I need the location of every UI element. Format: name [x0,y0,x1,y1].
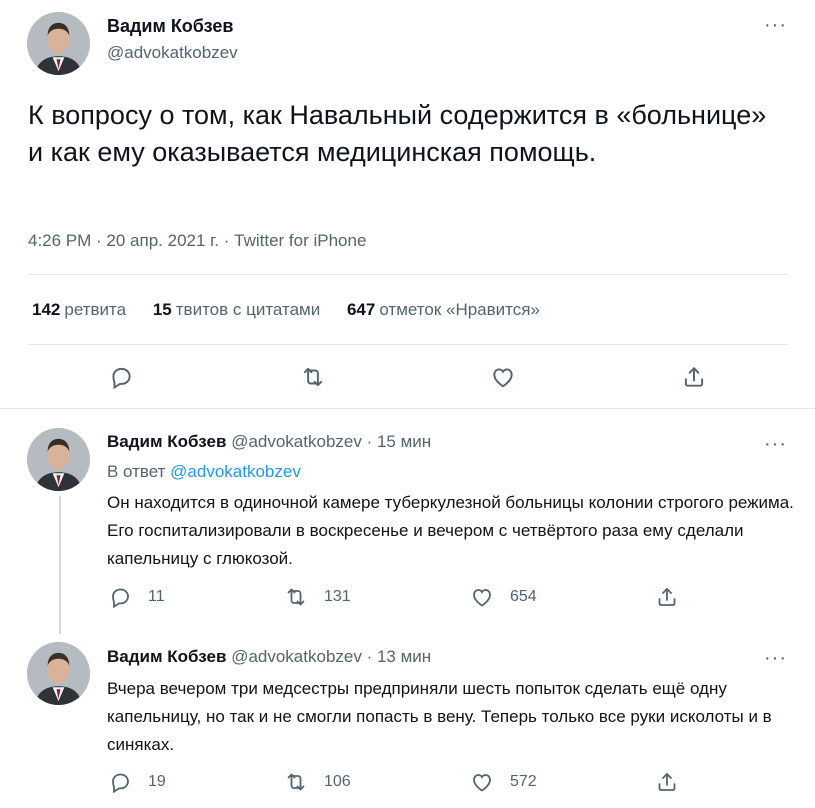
share-button[interactable] [655,585,695,609]
like-icon [490,364,516,390]
retweet-button[interactable]: 106 [284,770,351,794]
share-icon [655,770,679,794]
retweet-icon [300,364,326,390]
reply-icon [108,364,134,390]
likes-count: 647 [346,300,376,319]
reply-count: 11 [148,588,165,605]
reply-author-name: Вадим Кобзев [107,432,227,451]
thread-line [59,496,61,634]
author-avatar[interactable] [27,12,90,75]
retweet-icon [284,585,308,609]
quotes-count: 15 [152,300,172,319]
reply-author[interactable]: Вадим Кобзев @advokatkobzev · 15 мин [107,432,431,452]
likes-label: отметок «Нравится» [379,300,540,319]
like-icon [470,770,494,794]
retweet-button[interactable] [298,362,328,392]
retweet-icon [284,770,308,794]
tweet-text: К вопросу о том, как Навальный содержитс… [28,100,767,167]
share-icon [655,585,679,609]
meta-separator: · [219,231,235,250]
share-icon [681,364,707,390]
reply-avatar[interactable] [27,642,90,705]
retweet-count: 106 [324,773,351,790]
more-icon[interactable]: ··· [764,434,787,454]
in-reply-to: В ответ @advokatkobzev [107,462,301,482]
in-reply-handle-link[interactable]: @advokatkobzev [170,462,301,481]
reply-count: 19 [148,773,166,790]
reply-author[interactable]: Вадим Кобзев @advokatkobzev · 13 мин [107,647,431,667]
more-icon[interactable]: ··· [764,15,787,35]
retweet-count: 131 [324,588,351,605]
like-count: 572 [510,773,537,790]
retweets-stat[interactable]: 142 ретвита [32,300,126,320]
reply-icon [108,770,132,794]
author-name[interactable]: Вадим Кобзев [107,16,233,37]
retweets-label: ретвита [64,300,127,319]
more-icon[interactable]: ··· [764,648,787,668]
author-handle[interactable]: @advokatkobzev [107,43,238,63]
share-button[interactable] [679,362,709,392]
reply-avatar[interactable] [27,428,90,491]
like-button[interactable]: 572 [470,770,537,794]
likes-stat[interactable]: 647 отметок «Нравится» [347,300,540,320]
reply-tweet[interactable]: Вадим Кобзев @advokatkobzev · 13 мин ···… [0,635,815,808]
in-reply-prefix: В ответ [107,462,171,481]
reply-text: Он находится в одиночной камере туберкул… [107,493,794,568]
retweets-count: 142 [32,300,61,319]
reply-handle-time: @advokatkobzev · 15 мин [231,432,432,451]
reply-author-name: Вадим Кобзев [107,647,227,666]
tweet-meta: 4:26 PM · 20 апр. 2021 г. · Twitter for … [28,231,366,251]
reply-icon [108,585,132,609]
quotes-stat[interactable]: 15 твитов с цитатами [153,300,320,320]
main-tweet: Вадим Кобзев @advokatkobzev ··· К вопрос… [0,0,815,408]
like-button[interactable] [488,362,518,392]
tweet-time[interactable]: 4:26 PM · 20 апр. 2021 г. [28,231,219,250]
like-icon [470,585,494,609]
divider [28,344,788,345]
reply-handle-time: @advokatkobzev · 13 мин [231,647,432,666]
tweet-stats: 142 ретвита 15 твитов с цитатами 647 отмето… [32,300,562,320]
tweet-source[interactable]: Twitter for iPhone [234,231,366,250]
reply-button[interactable]: 19 [108,770,166,794]
reply-button[interactable]: 11 [108,585,165,609]
like-count: 654 [510,588,537,605]
reply-button[interactable] [106,362,136,392]
quotes-label: твитов с цитатами [175,300,321,319]
retweet-button[interactable]: 131 [284,585,351,609]
reply-tweet[interactable]: Вадим Кобзев @advokatkobzev · 15 мин ···… [0,409,815,635]
like-button[interactable]: 654 [470,585,537,609]
reply-text: Вчера вечером три медсестры предприняли … [107,679,772,754]
share-button[interactable] [655,770,695,794]
divider [28,274,788,275]
